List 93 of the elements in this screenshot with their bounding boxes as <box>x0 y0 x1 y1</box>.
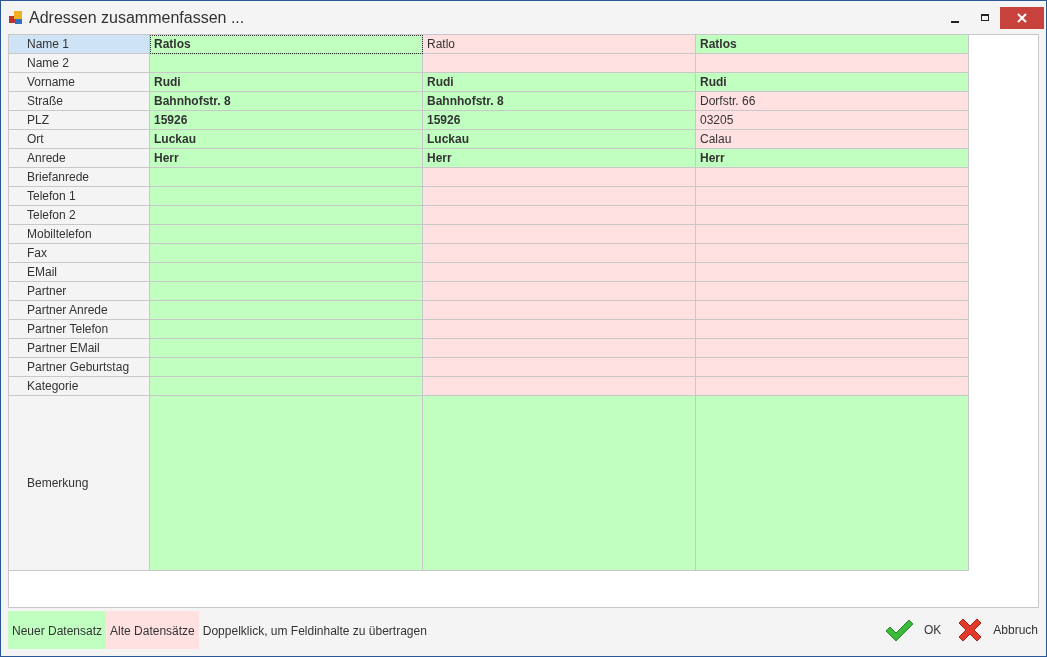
grid-cell[interactable]: Luckau <box>423 130 696 149</box>
grid-cell[interactable] <box>150 225 423 244</box>
grid-cell[interactable] <box>150 263 423 282</box>
grid-cell[interactable] <box>150 396 423 571</box>
cross-icon <box>957 617 984 643</box>
row-header[interactable]: PLZ <box>9 111 150 130</box>
row-header[interactable]: Partner Telefon <box>9 320 150 339</box>
grid-cell[interactable] <box>423 320 696 339</box>
row-header[interactable]: Fax <box>9 244 150 263</box>
grid-cell[interactable] <box>423 263 696 282</box>
checkmark-icon <box>883 618 914 642</box>
row-header[interactable]: Name 1 <box>9 35 150 54</box>
grid-cell[interactable] <box>423 358 696 377</box>
grid-cell[interactable] <box>150 168 423 187</box>
row-header[interactable]: Partner Geburtstag <box>9 358 150 377</box>
grid-cell[interactable] <box>150 301 423 320</box>
grid-cell[interactable]: 03205 <box>696 111 969 130</box>
grid-cell[interactable]: 15926 <box>423 111 696 130</box>
grid-cell[interactable] <box>696 282 969 301</box>
grid-cell[interactable] <box>696 244 969 263</box>
row-header[interactable]: Partner EMail <box>9 339 150 358</box>
grid-cell[interactable]: Ratlo <box>423 35 696 54</box>
grid-cell[interactable] <box>696 396 969 571</box>
maximize-icon <box>980 12 990 23</box>
grid-cell[interactable] <box>423 301 696 320</box>
grid-cell[interactable]: Herr <box>696 149 969 168</box>
grid-cell[interactable]: Dorfstr. 66 <box>696 92 969 111</box>
grid-cell[interactable]: Rudi <box>150 73 423 92</box>
grid-cell[interactable] <box>423 187 696 206</box>
grid-cell[interactable] <box>150 187 423 206</box>
row-header[interactable]: Vorname <box>9 73 150 92</box>
grid-cell[interactable] <box>150 244 423 263</box>
grid-cell[interactable] <box>150 282 423 301</box>
grid-cell[interactable] <box>696 377 969 396</box>
grid-cell[interactable] <box>696 358 969 377</box>
grid-cell[interactable] <box>150 339 423 358</box>
grid-cell[interactable] <box>150 320 423 339</box>
grid-cell[interactable]: Rudi <box>423 73 696 92</box>
row-header[interactable]: EMail <box>9 263 150 282</box>
grid-cell[interactable] <box>696 263 969 282</box>
grid-cell[interactable] <box>696 206 969 225</box>
ok-button[interactable]: OK <box>875 614 950 646</box>
row-header[interactable]: Partner <box>9 282 150 301</box>
legend-label: Alte Datensätze <box>106 611 199 649</box>
window-title: Adressen zusammenfassen ... <box>29 7 245 28</box>
app-icon <box>9 10 23 25</box>
grid-cell[interactable]: Ratlos <box>696 35 969 54</box>
row-header[interactable]: Bemerkung <box>9 396 150 571</box>
row-header[interactable]: Partner Anrede <box>9 301 150 320</box>
grid-cell[interactable]: 15926 <box>150 111 423 130</box>
cancel-button[interactable]: Abbruch <box>949 613 1046 647</box>
hint-text: Doppelklick, um Feldinhalte zu übertragen <box>201 623 428 640</box>
grid-cell[interactable] <box>696 339 969 358</box>
grid-cell[interactable]: Herr <box>423 149 696 168</box>
grid-cell[interactable] <box>423 377 696 396</box>
grid-cell[interactable] <box>423 282 696 301</box>
row-header[interactable]: Name 2 <box>9 54 150 73</box>
grid-cell[interactable] <box>150 358 423 377</box>
grid-cell[interactable] <box>150 54 423 73</box>
grid-cell[interactable]: Calau <box>696 130 969 149</box>
close-button[interactable] <box>1000 6 1044 29</box>
grid-cell[interactable] <box>696 168 969 187</box>
grid-cell[interactable] <box>696 301 969 320</box>
minimize-icon <box>951 20 959 23</box>
row-header[interactable]: Mobiltelefon <box>9 225 150 244</box>
grid-cell[interactable] <box>423 54 696 73</box>
grid-cell[interactable] <box>696 187 969 206</box>
close-icon <box>1017 12 1027 23</box>
row-header[interactable]: Straße <box>9 92 150 111</box>
row-header[interactable]: Telefon 2 <box>9 206 150 225</box>
grid-cell[interactable]: Ratlos <box>150 35 423 54</box>
grid-cell[interactable] <box>423 168 696 187</box>
grid-cell[interactable] <box>423 206 696 225</box>
grid-cell[interactable]: Herr <box>150 149 423 168</box>
grid-cell[interactable] <box>150 377 423 396</box>
grid-cell[interactable] <box>696 54 969 73</box>
row-header[interactable]: Kategorie <box>9 377 150 396</box>
grid-cell[interactable]: Luckau <box>150 130 423 149</box>
grid-cell[interactable] <box>150 206 423 225</box>
grid-cell[interactable] <box>696 320 969 339</box>
row-header[interactable]: Ort <box>9 130 150 149</box>
grid-cell[interactable]: Bahnhofstr. 8 <box>150 92 423 111</box>
grid-cell[interactable] <box>696 225 969 244</box>
grid-cell[interactable] <box>423 244 696 263</box>
legend-label: Neuer Datensatz <box>8 611 107 649</box>
grid-cell[interactable]: Rudi <box>696 73 969 92</box>
row-header[interactable]: Anrede <box>9 149 150 168</box>
grid-cell[interactable] <box>423 396 696 571</box>
grid-cell[interactable] <box>423 339 696 358</box>
row-header[interactable]: Telefon 1 <box>9 187 150 206</box>
row-header[interactable]: Briefanrede <box>9 168 150 187</box>
grid-cell[interactable]: Bahnhofstr. 8 <box>423 92 696 111</box>
grid-cell[interactable] <box>423 225 696 244</box>
